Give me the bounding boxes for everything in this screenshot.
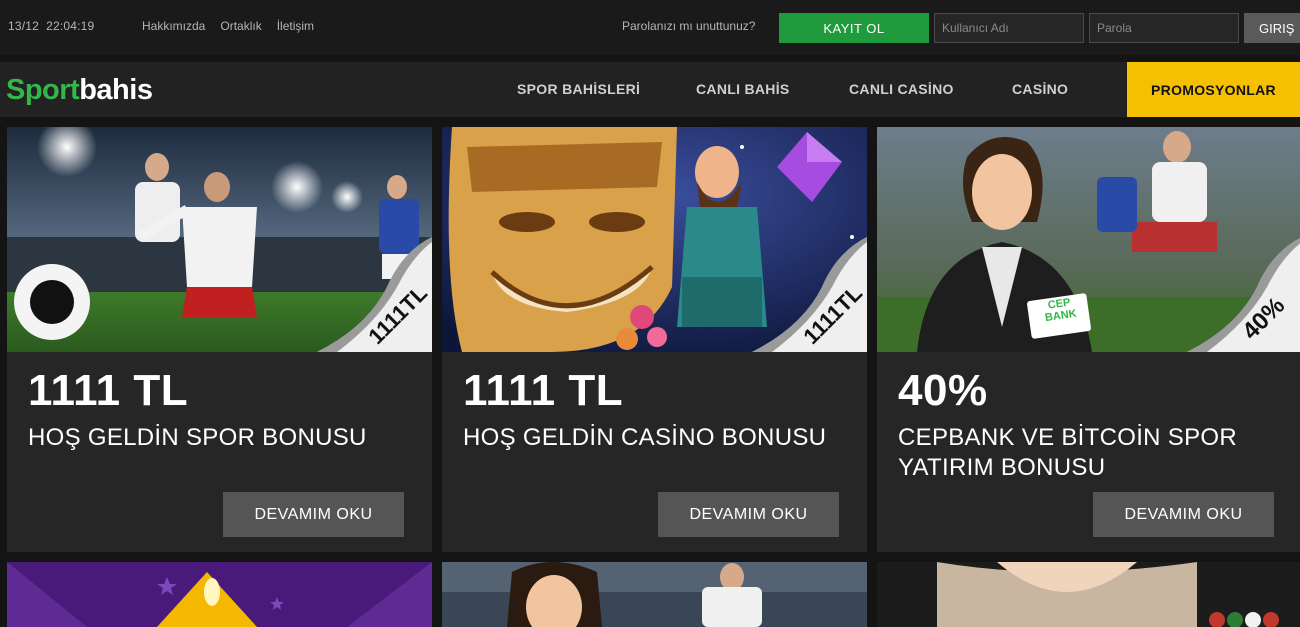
nav-promotions[interactable]: PROMOSYONLAR [1127, 62, 1300, 117]
cepbank-bonus-title: CEPBANK VE BİTCOİN SPOR YATIRIM BONUSU [898, 424, 1237, 481]
promo-card-row2-2[interactable] [442, 562, 867, 627]
date-text: 13/12 [8, 19, 40, 33]
casino-bonus-image[interactable]: 1111TL [442, 127, 867, 352]
promo-card-row2-3[interactable] [877, 562, 1300, 627]
site-logo[interactable]: Sport bahis [6, 72, 153, 108]
password-input[interactable] [1089, 13, 1239, 43]
sports-bonus-title: HOŞ GELDİN SPOR BONUSU [28, 424, 367, 451]
forgot-password-link[interactable]: Parolanızı mı unuttunuz? [622, 19, 755, 33]
cepbank-bonus-amount: 40% [898, 366, 988, 415]
top-links: Hakkımızda Ortaklık İletişim [142, 19, 314, 33]
main-nav: Sport bahis SPOR BAHİSLERİ CANLI BAHİS CA… [0, 62, 1300, 117]
logo-sport-text: Sport [6, 73, 80, 106]
nav-sports-betting[interactable]: SPOR BAHİSLERİ [517, 81, 640, 97]
link-about[interactable]: Hakkımızda [142, 19, 205, 33]
sports-bonus-image[interactable]: 1111TL [7, 127, 432, 352]
username-input[interactable] [934, 13, 1084, 43]
promo-card-cepbank: CEP BANK 40% 40% CEPBANK VE BİTCOİN SPOR… [877, 127, 1300, 552]
nav-live-casino[interactable]: CANLI CASİNO [849, 81, 954, 97]
top-bar: 13/12 22:04:19 Hakkımızda Ortaklık İleti… [0, 0, 1300, 55]
link-contact[interactable]: İletişim [277, 19, 314, 33]
promo-card-row2-1[interactable] [7, 562, 432, 627]
time-text: 22:04:19 [46, 19, 95, 33]
nav-live-betting[interactable]: CANLI BAHİS [696, 81, 790, 97]
sports-bonus-amount: 1111 TL [28, 366, 189, 415]
casino-bonus-title: HOŞ GELDİN CASİNO BONUSU [463, 424, 827, 451]
promo-card-sports: 1111TL 1111 TL HOŞ GELDİN SPOR BONUSU DE… [7, 127, 432, 552]
link-affiliate[interactable]: Ortaklık [220, 19, 261, 33]
logo-bahis-text: bahis [79, 73, 153, 106]
nav-casino[interactable]: CASİNO [1012, 81, 1068, 97]
casino-read-more-button[interactable]: DEVAMIM OKU [658, 492, 839, 537]
casino-bonus-amount: 1111 TL [463, 366, 624, 415]
promo-card-casino: 1111TL 1111 TL HOŞ GELDİN CASİNO BONUSU … [442, 127, 867, 552]
datetime-display: 13/12 22:04:19 [8, 19, 94, 33]
cepbank-bonus-image[interactable]: CEP BANK 40% [877, 127, 1300, 352]
login-button[interactable]: GIRIŞ [1244, 13, 1300, 43]
register-button[interactable]: KAYIT OL [779, 13, 929, 43]
sports-read-more-button[interactable]: DEVAMIM OKU [223, 492, 404, 537]
cepbank-read-more-button[interactable]: DEVAMIM OKU [1093, 492, 1274, 537]
